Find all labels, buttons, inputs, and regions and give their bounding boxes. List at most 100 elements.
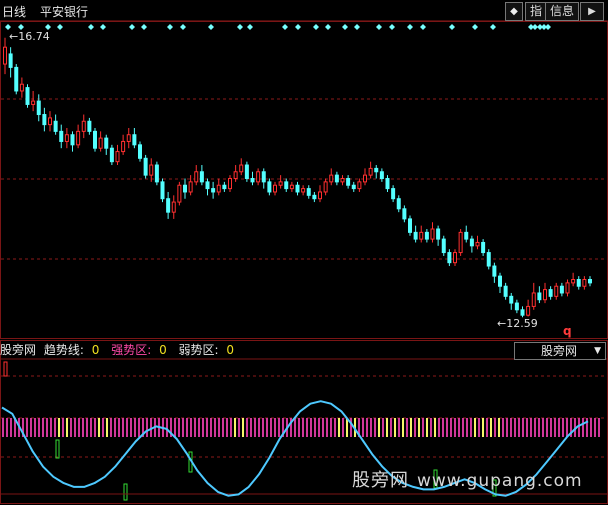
indicator-bar [294, 418, 296, 437]
indicator-bar [122, 418, 124, 437]
signal-diamond [449, 24, 455, 30]
candle-body [149, 164, 154, 176]
indicator-bar [318, 418, 320, 437]
indicator-button[interactable]: 指 [525, 2, 547, 21]
candle-body [64, 134, 69, 142]
indicator-bar [226, 418, 228, 437]
candle-body [576, 279, 581, 287]
candle-body [430, 228, 435, 240]
candle-body [301, 188, 306, 193]
candle-body [216, 184, 221, 193]
candle-body [31, 100, 36, 105]
indicator-bar [270, 418, 272, 437]
candle-body [160, 181, 165, 200]
stock-name: 平安银行 [40, 5, 89, 19]
candle-body [284, 181, 289, 190]
indicator-bar [342, 418, 344, 437]
indicator-bar [518, 418, 520, 437]
candle-body [42, 114, 47, 126]
candle-body [312, 194, 317, 200]
candle-body [458, 231, 463, 254]
candle-body [295, 184, 300, 193]
indicator-bar [102, 418, 104, 437]
indicator-bar [594, 418, 596, 437]
candle-body [70, 134, 75, 146]
candle-body [121, 140, 126, 153]
candle-body [475, 241, 480, 247]
info-button[interactable]: 信息 [545, 2, 579, 21]
indicator-bar [522, 418, 524, 437]
candle-body [25, 87, 30, 105]
high-price-label: ←16.74 [9, 30, 50, 43]
indicator-bar [310, 418, 312, 437]
signal-diamond [313, 24, 319, 30]
period-label[interactable]: 日线 [2, 5, 26, 19]
signal-diamond [88, 24, 94, 30]
candle-body [318, 191, 322, 200]
candle-body [368, 167, 373, 176]
candle-body [98, 137, 103, 149]
indicator-bar [598, 418, 600, 437]
indicator-bar [2, 418, 4, 437]
candle-body [267, 181, 272, 193]
candle-body [143, 157, 148, 176]
indicator-bar [334, 418, 336, 437]
candle-body [548, 289, 553, 297]
candle-body [363, 174, 367, 183]
candle-body [571, 279, 576, 284]
indicator-bar [458, 418, 460, 437]
diamond-toggle-button[interactable]: ◆ [505, 2, 523, 21]
signal-diamond [472, 24, 478, 30]
indicator-bar [66, 418, 68, 437]
candle-body [419, 231, 424, 240]
indicator-bar [58, 418, 60, 437]
indicator-bar [510, 418, 512, 437]
indicator-bar [126, 418, 128, 437]
candle-body [340, 178, 345, 183]
indicator-bar [382, 418, 384, 437]
low-price-label: ←12.59 [497, 317, 538, 330]
candle-body [379, 171, 384, 179]
candle-body [36, 100, 41, 116]
indicator-bar [34, 418, 36, 437]
indicator-bar [578, 418, 580, 437]
indicator-bar [542, 418, 544, 437]
candle-body [109, 147, 114, 163]
weak-zone-legend: 弱势区: 0 [179, 343, 239, 357]
indicator-bar [6, 418, 8, 437]
candle-body [211, 188, 216, 193]
indicator-bar [182, 418, 184, 437]
signal-diamond [407, 24, 413, 30]
chart-canvas [0, 20, 608, 504]
signal-diamond [325, 24, 331, 30]
indicator-bar [502, 418, 504, 437]
indicator-bar [434, 418, 436, 437]
watermark: 股旁网 www.gupang.com [352, 466, 583, 492]
expand-arrow-button[interactable]: ▶ [580, 2, 604, 21]
trend-line-label: 趋势线: [43, 343, 84, 357]
indicator-bar [442, 418, 444, 437]
indicator-bar [246, 418, 248, 437]
indicator-bar [90, 418, 92, 437]
indicator-bar [130, 418, 132, 437]
indicator-bar [98, 418, 100, 437]
indicator-bar [330, 418, 332, 437]
indicator-bar [26, 418, 28, 437]
indicator-bar [322, 418, 324, 437]
candle-body [154, 164, 159, 183]
indicator-bar [190, 418, 192, 437]
indicator-bar [146, 418, 148, 437]
indicator-bar [166, 418, 168, 437]
indicator-select[interactable]: 股旁网 ▼ [514, 342, 606, 360]
candle-body [177, 184, 182, 203]
indicator-bar [266, 418, 268, 437]
indicator-bar [198, 418, 200, 437]
indicator-bar [530, 418, 532, 437]
candle-body [436, 228, 441, 240]
indicator-bar [498, 418, 500, 437]
indicator-bar [554, 418, 556, 437]
candle-body [413, 231, 418, 240]
indicator-bar [110, 418, 112, 437]
indicator-bar [94, 418, 96, 437]
indicator-bar [38, 418, 40, 437]
